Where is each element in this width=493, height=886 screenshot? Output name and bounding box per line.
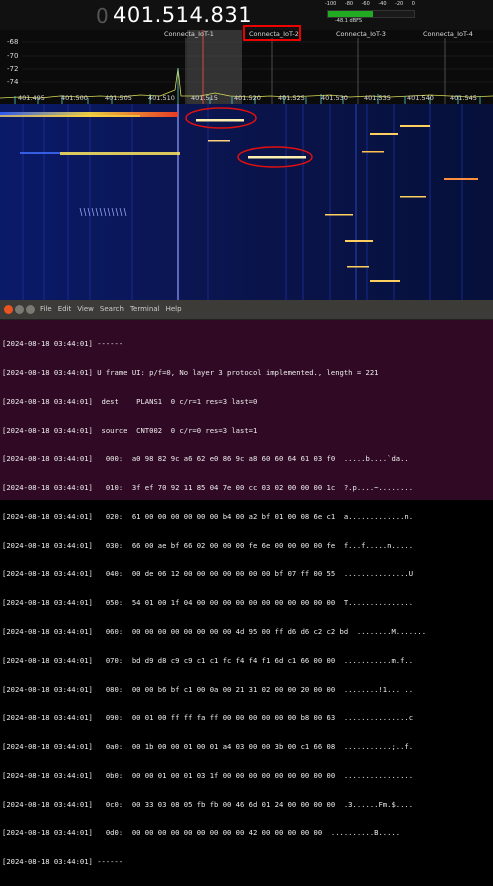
level-tick: -60: [361, 1, 370, 7]
level-meter-scale: -100 -80 -60 -40 -20 0: [325, 1, 415, 7]
burst-channel-1: [196, 119, 244, 122]
terminal-line: [2024-08-18 03:44:01] 040: 00 de 06 12 0…: [2, 569, 414, 579]
level-tick: -20: [395, 1, 404, 7]
maximize-window-button[interactable]: [26, 305, 35, 314]
level-meter-fill: [328, 11, 373, 17]
channel-2-highlight-box: [243, 25, 301, 41]
level-tick: -80: [344, 1, 354, 7]
freq-tick: 401.535: [364, 94, 391, 102]
terminal-line: [2024-08-18 03:44:01] 050: 54 01 00 1f 0…: [2, 598, 414, 608]
freq-tick: 401.515: [191, 94, 218, 102]
terminal-line: [2024-08-18 03:44:01] source CNT002 0 c/…: [2, 425, 258, 435]
freq-tick: 401.525: [278, 94, 305, 102]
terminal-line: [2024-08-18 03:44:01] 0c0: 00 33 03 08 0…: [2, 799, 414, 809]
terminal-line: [2024-08-18 03:44:01] 080: 00 00 b6 bf c…: [2, 684, 414, 694]
channel-label-iot-4[interactable]: Connecta_IoT-4: [423, 30, 473, 38]
frequency-prefix-digit: 0: [96, 4, 109, 28]
menu-terminal[interactable]: Terminal: [130, 305, 160, 313]
menu-help[interactable]: Help: [166, 305, 182, 313]
terminal-line: [2024-08-18 03:44:01] 010: 3f ef 70 92 1…: [2, 483, 414, 493]
menu-search[interactable]: Search: [100, 305, 124, 313]
freq-tick: 401.540: [407, 94, 434, 102]
freq-tick: 401.520: [234, 94, 261, 102]
terminal-line: [2024-08-18 03:44:01] 000: a0 98 82 9c a…: [2, 454, 409, 464]
menu-view[interactable]: View: [77, 305, 94, 313]
level-tick: -100: [325, 1, 337, 7]
level-tick: 0: [411, 1, 415, 7]
level-tick: -40: [378, 1, 387, 7]
terminal-line: [2024-08-18 03:44:01] ------: [2, 857, 124, 867]
terminal-line: [2024-08-18 03:44:01] 070: bd d9 d8 c9 c…: [2, 655, 414, 665]
minimize-window-button[interactable]: [15, 305, 24, 314]
freq-tick: 401.510: [148, 94, 175, 102]
freq-tick: 401.545: [450, 94, 477, 102]
terminal-menubar: File Edit View Search Terminal Help: [40, 305, 182, 313]
channel-label-iot-1[interactable]: Connecta_IoT-1: [164, 30, 214, 38]
terminal-line: [2024-08-18 03:44:01] ------: [2, 339, 124, 349]
burst: [60, 152, 180, 155]
terminal-line: [2024-08-18 03:44:01] 0d0: 00 00 00 00 0…: [2, 828, 401, 838]
terminal-window[interactable]: File Edit View Search Terminal Help [202…: [0, 300, 493, 866]
terminal-line: [2024-08-18 03:44:01] U frame UI: p/f=0,…: [2, 367, 379, 377]
close-window-button[interactable]: [4, 305, 13, 314]
freq-tick: 401.500: [61, 94, 88, 102]
terminal-line: [2024-08-18 03:44:01] 0a0: 00 1b 00 00 0…: [2, 742, 414, 752]
burst-channel-2: [248, 156, 306, 159]
menu-file[interactable]: File: [40, 305, 52, 313]
channel-label-iot-3[interactable]: Connecta_IoT-3: [336, 30, 386, 38]
terminal-line: [2024-08-18 03:44:01] 090: 00 01 00 ff f…: [2, 713, 414, 723]
db-scale-label: -72: [7, 65, 19, 73]
freq-tick: 401.530: [321, 94, 348, 102]
terminal-line: [2024-08-18 03:44:01] 060: 00 00 00 00 0…: [2, 627, 427, 636]
sdr-receiver-window: 0 401.514.831 -100 -80 -60 -40 -20 0 -48…: [0, 0, 493, 300]
freq-tick: 401.505: [105, 94, 132, 102]
spectrum-plot[interactable]: [0, 30, 493, 104]
terminal-line: [2024-08-18 03:44:01] dest PLANS1 0 c/r=…: [2, 396, 258, 406]
terminal-line: [2024-08-18 03:44:01] 030: 66 00 ae bf 6…: [2, 540, 414, 550]
terminal-line: [2024-08-18 03:44:01] 0b0: 00 00 01 00 0…: [2, 770, 414, 780]
terminal-titlebar: File Edit View Search Terminal Help: [0, 300, 493, 320]
level-readout: -48.1 dBFS: [335, 18, 363, 24]
waterfall-graphics: [0, 104, 493, 300]
db-scale-label: -74: [7, 78, 19, 86]
menu-edit[interactable]: Edit: [58, 305, 72, 313]
level-meter-bar: [327, 10, 415, 18]
signal-level-meter: -100 -80 -60 -40 -20 0 -48.1 dBFS: [325, 1, 415, 27]
terminal-output[interactable]: [2024-08-18 03:44:01] ------ [2024-08-18…: [2, 320, 491, 866]
frequency-readout[interactable]: 401.514.831: [113, 3, 252, 27]
db-scale-label: -68: [7, 38, 19, 46]
terminal-line: [2024-08-18 03:44:01] 020: 61 00 00 00 0…: [2, 511, 414, 521]
spectrum-graphics: [0, 30, 493, 104]
waterfall-display[interactable]: [0, 104, 493, 300]
freq-tick: 401.495: [18, 94, 45, 102]
db-scale-label: -70: [7, 52, 19, 60]
